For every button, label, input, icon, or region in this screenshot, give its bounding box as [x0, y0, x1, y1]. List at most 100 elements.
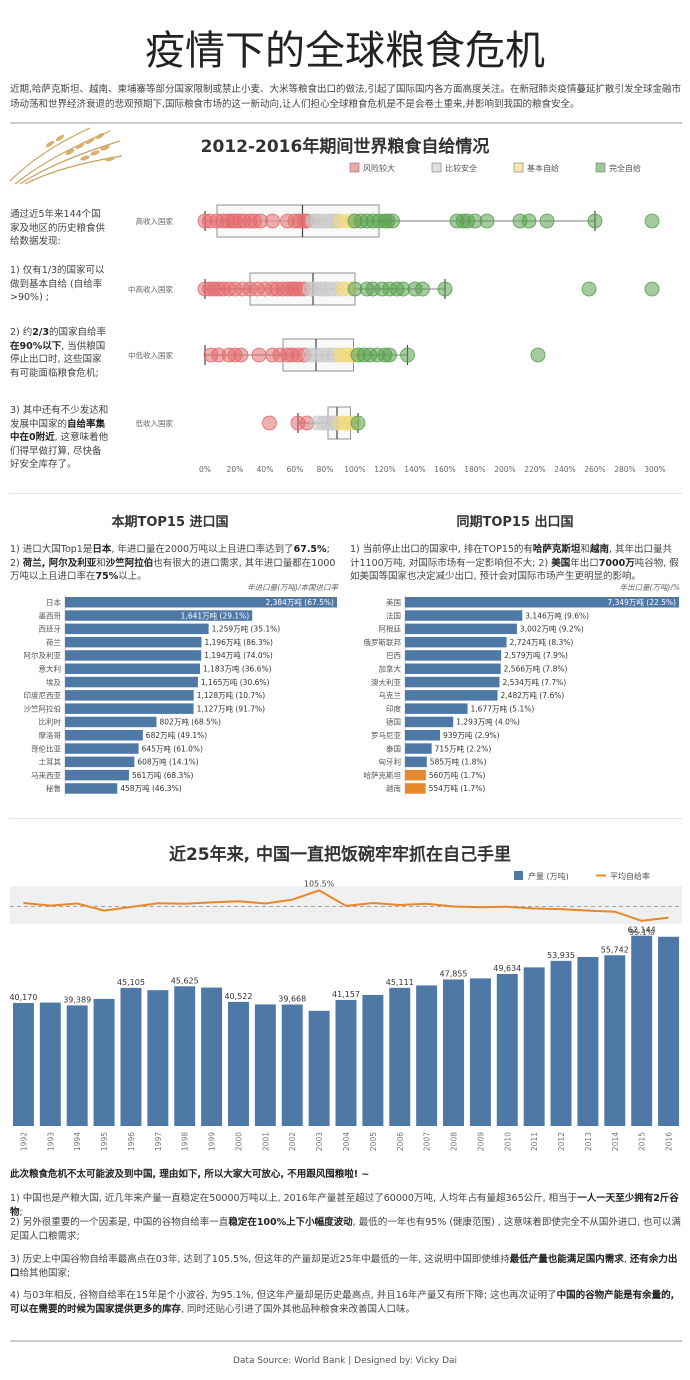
category-label: 马来西亚 [31, 771, 61, 780]
category-label: 匈牙利 [379, 757, 402, 767]
production-bar [389, 987, 411, 1126]
bar-value-label: 62,144 [628, 926, 656, 935]
year-label: 1992 [19, 1132, 28, 1151]
bar [65, 623, 209, 635]
x-tick-label: 240% [554, 465, 575, 474]
category-label: 巴西 [386, 651, 401, 660]
bar [65, 676, 198, 688]
intro-text: 近期,哈萨克斯坦、越南、柬埔寨等部分国家限制或禁止小麦、大米等粮食出口的做法,引… [10, 84, 682, 110]
legend-label: 基本自给 [527, 163, 559, 173]
data-point [265, 213, 280, 229]
category-label: 摩洛哥 [39, 730, 62, 740]
production-bar [469, 978, 491, 1126]
category-label: 哈萨克斯坦 [364, 770, 402, 780]
conclusion-heading: 此次粮食危机不太可能波及到中国, 理由如下, 所以大家大可放心, 不用跟风囤粮啦… [10, 1169, 370, 1180]
x-tick-label: 40% [257, 465, 274, 474]
production-bar [281, 1004, 303, 1126]
category-label: 哥伦比亚 [31, 743, 61, 753]
bar [405, 783, 426, 794]
category-label: 意大利 [39, 664, 62, 674]
bar [405, 769, 426, 781]
bar [405, 636, 507, 648]
divider [10, 818, 682, 819]
conclusion-1: 1) 中国也是产粮大国, 近几年来产量一直稳定在50000万吨以上, 2016年… [10, 1193, 679, 1218]
production-bar [577, 956, 599, 1126]
bar-value-label: 55,742 [601, 945, 629, 954]
value-label: 802万吨 (68.5%) [160, 717, 221, 727]
data-point [350, 415, 366, 431]
category-label: 法国 [386, 610, 401, 620]
category-label: 阿尔及利亚 [24, 650, 62, 660]
value-label: 1,677万吨 (5.1%) [471, 703, 535, 713]
data-point [262, 415, 277, 431]
page-title: 疫情下的全球粮食危机 [145, 28, 545, 74]
value-label: 1,641万吨 (29.1%) [181, 610, 250, 620]
production-bar [227, 1001, 249, 1126]
x-tick-label: 100% [344, 465, 365, 474]
legend-swatch [349, 162, 360, 173]
year-label: 2008 [450, 1132, 459, 1151]
bar [65, 769, 130, 781]
axis-label: 年进口量(万吨)/本国进口率 [247, 583, 339, 592]
conclusion-2: 2) 另外很重要的一个因素是, 中国的谷物自给率一直稳定在100%上下小幅度波动… [10, 1217, 681, 1242]
category-label: 墨西哥 [39, 611, 62, 620]
production-bar [39, 1002, 61, 1126]
year-label: 2004 [342, 1132, 351, 1151]
production-bar [66, 1005, 88, 1126]
legend-swatch [595, 162, 606, 173]
value-label: 585万吨 (1.8%) [430, 757, 487, 767]
bar-value-label: 47,855 [440, 969, 468, 978]
production-bar [362, 994, 384, 1126]
legend-label: 风险较大 [363, 163, 395, 173]
x-tick-label: 20% [227, 465, 244, 474]
value-label: 608万吨 (14.1%) [137, 757, 198, 767]
production-bar [147, 990, 169, 1126]
value-label: 1,127万吨 (91.7%) [197, 703, 266, 713]
data-point [382, 347, 397, 363]
data-point [415, 281, 430, 297]
year-label: 2002 [288, 1132, 297, 1151]
value-label: 645万吨 (61.0%) [142, 743, 203, 753]
china-grain-chart: 产量 (万吨) 平均自给率105.5%95.1%199240,1701993 199… [9, 871, 682, 1151]
bar-value-label: 45,625 [171, 976, 199, 985]
data-point [581, 281, 597, 297]
value-label: 2,579万吨 (7.9%) [504, 650, 568, 660]
bar-value-label: 49,634 [493, 964, 521, 973]
data-point [587, 213, 603, 229]
production-bar [308, 1010, 330, 1126]
year-label: 2015 [638, 1132, 647, 1151]
value-label: 682万吨 (49.1%) [146, 730, 207, 740]
data-point [644, 213, 660, 229]
category-label: 荷兰 [46, 637, 61, 647]
bar [405, 730, 441, 741]
category-label: 泰国 [386, 743, 401, 753]
group-label: 中低收入国家 [128, 350, 173, 360]
production-bar [201, 987, 223, 1126]
value-label: 7,349万吨 (22.5%) [607, 597, 676, 607]
year-label: 2007 [423, 1132, 432, 1151]
category-label: 沙竺阿拉伯 [24, 703, 62, 713]
bar [65, 730, 143, 741]
imports-title: 本期TOP15 进口国 [111, 515, 229, 530]
year-label: 1998 [181, 1132, 190, 1151]
data-point [479, 213, 495, 229]
legend-swatch [431, 162, 442, 173]
legend-label: 产量 (万吨) [528, 871, 569, 881]
year-label: 2003 [315, 1132, 324, 1151]
group-label: 中高收入国家 [128, 284, 173, 294]
bar [405, 623, 517, 635]
legend-label: 比较安全 [445, 163, 477, 173]
x-tick-label: 280% [614, 465, 635, 474]
production-bar [335, 999, 357, 1126]
data-point [251, 347, 267, 363]
divider [10, 1340, 682, 1342]
production-bar [496, 973, 518, 1126]
bar [65, 743, 139, 754]
value-label: 3,002万吨 (9.2%) [520, 624, 584, 634]
production-bar [254, 1004, 276, 1126]
exports-bar-chart: 年出口量(万吨)/% 美国 7,349万吨 (22.5%) 法国 3,146万吨 (9.… [364, 583, 680, 797]
bar [405, 756, 427, 768]
conclusion-4: 4) 与03年相反, 谷物自给率在15年是个小波谷, 为95.1%, 但这年产量… [10, 1290, 675, 1315]
divider [10, 493, 682, 494]
year-label: 2009 [476, 1132, 485, 1151]
